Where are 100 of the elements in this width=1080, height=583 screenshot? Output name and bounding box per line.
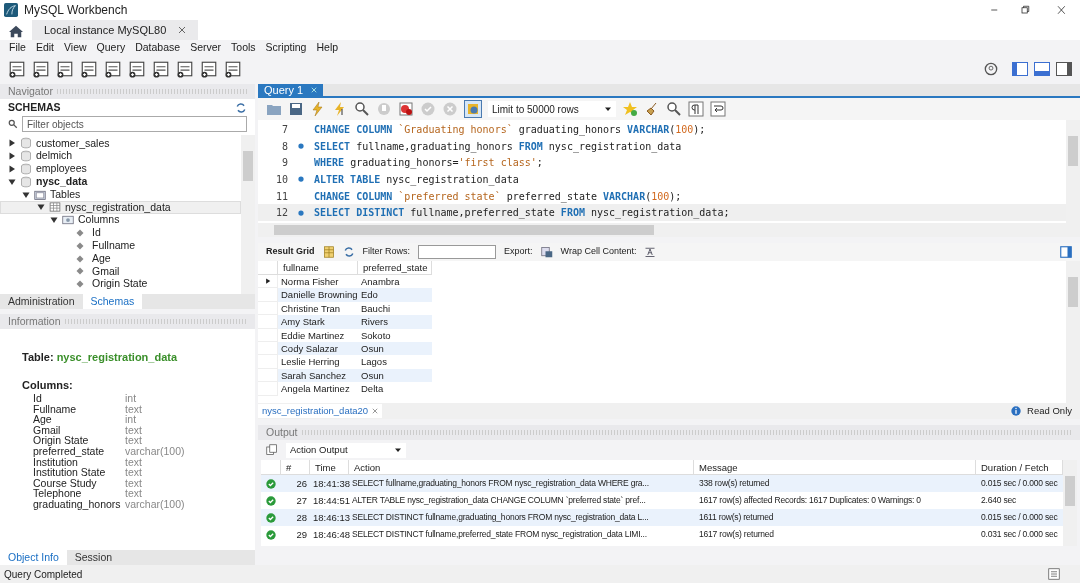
panel-title: Output xyxy=(266,424,298,440)
dolphin-logo-icon xyxy=(4,3,18,17)
panel-tab[interactable]: Object Info xyxy=(0,550,67,565)
section-title: SCHEMAS xyxy=(8,99,61,115)
autocommit-icon[interactable] xyxy=(464,100,482,118)
database-icon xyxy=(20,150,32,163)
tree-row[interactable]: customer_sales xyxy=(0,137,241,150)
scrollbar[interactable] xyxy=(241,135,255,294)
wrap-cell-icon[interactable] xyxy=(644,246,657,258)
column-type: int xyxy=(125,414,137,425)
filter-field[interactable]: Filter objects xyxy=(22,116,247,132)
limit-dropdown[interactable]: Limit to 50000 rows xyxy=(488,101,616,117)
word-wrap-icon[interactable] xyxy=(710,101,726,117)
star-plus-icon[interactable] xyxy=(622,101,638,117)
search-icon[interactable] xyxy=(666,101,682,117)
menu-item[interactable]: Tools xyxy=(226,40,261,56)
refresh-icon[interactable] xyxy=(342,246,355,258)
scrollbar[interactable] xyxy=(1066,261,1080,403)
panel-title: Information xyxy=(8,313,61,329)
column-header[interactable]: Time xyxy=(310,460,349,474)
column-header[interactable]: Action xyxy=(349,460,694,474)
column-name: Id xyxy=(33,393,43,404)
tree-row[interactable]: delmich xyxy=(0,149,241,163)
tree-row[interactable]: Id xyxy=(0,226,241,240)
column-type: text xyxy=(125,424,142,436)
menu-item[interactable]: Help xyxy=(311,40,344,56)
scrollbar[interactable] xyxy=(1066,120,1080,223)
tree-label: nysc_registration_data xyxy=(65,199,171,215)
statement-dot-icon xyxy=(298,143,304,150)
table-cell-text: 29 xyxy=(295,528,308,542)
tree-row[interactable]: Fullname xyxy=(0,239,241,253)
column-type: text xyxy=(125,403,142,415)
copy-icon[interactable] xyxy=(266,444,278,456)
tree-row[interactable]: Gmail xyxy=(0,264,241,278)
column-type: text xyxy=(125,467,142,478)
connection-tab[interactable]: Local instance MySQL80 xyxy=(32,20,199,40)
side-panel-toggle-icon[interactable] xyxy=(1060,246,1072,258)
query-tab[interactable]: Query 1 xyxy=(258,84,324,96)
refresh-icon[interactable] xyxy=(235,101,247,114)
stop-on-error-icon[interactable] xyxy=(398,101,414,117)
table-cell-text: 1617 row(s) affected Records: 1617 Duplicates: 0 Warnings: 0 xyxy=(698,494,922,507)
export-icon[interactable] xyxy=(540,246,553,258)
menu-item[interactable]: Scripting xyxy=(260,40,312,56)
sidebar-toggle-icon[interactable] xyxy=(1012,61,1028,77)
table-cell: Edo xyxy=(358,288,432,302)
tree-row[interactable]: Age xyxy=(0,252,241,265)
close-icon[interactable] xyxy=(372,408,379,414)
panel-tab[interactable]: Administration xyxy=(0,294,83,309)
export-label: Export: xyxy=(504,245,533,259)
folder-icon xyxy=(34,188,46,201)
menu-item[interactable]: View xyxy=(59,40,92,56)
tree-row[interactable]: Columns xyxy=(0,213,241,227)
menu-item[interactable]: Server xyxy=(185,40,227,56)
grid-icon[interactable] xyxy=(322,246,335,258)
output-selector[interactable]: Action Output xyxy=(286,442,406,458)
pilcrow-icon[interactable] xyxy=(688,101,704,117)
tree-row[interactable]: nysc_data xyxy=(0,175,241,189)
menu-item[interactable]: Query xyxy=(91,40,131,56)
panel-tab[interactable]: Session xyxy=(66,550,121,565)
wrap-label: Wrap Cell Content: xyxy=(560,245,637,259)
dropdown-arrow-icon xyxy=(394,446,402,454)
scrollbar[interactable] xyxy=(274,225,654,235)
menu-item[interactable]: Edit xyxy=(30,40,59,56)
secondary-sidebar-toggle-icon[interactable] xyxy=(1056,61,1072,77)
check-icon[interactable] xyxy=(420,101,436,117)
column-name: Age xyxy=(33,414,52,425)
tree-label: Tables xyxy=(50,187,81,202)
scrollbar[interactable] xyxy=(1063,460,1077,546)
column-header[interactable]: # xyxy=(281,460,310,474)
settings-icon[interactable] xyxy=(984,62,998,76)
table-cell-text: 338 row(s) returned xyxy=(698,477,771,490)
window-title: MySQL Workbench xyxy=(24,2,128,19)
tree-row[interactable]: employees xyxy=(0,162,241,176)
magnifier-icon[interactable] xyxy=(354,101,370,117)
tree-row[interactable]: Origin State xyxy=(0,277,241,291)
result-grid-label[interactable]: Result Grid xyxy=(266,245,315,259)
menu-item[interactable]: Database xyxy=(130,40,186,56)
column-name: Origin State xyxy=(33,435,89,446)
filter-rows-field[interactable] xyxy=(418,245,497,259)
table-cell-text: 18:46:48 xyxy=(312,528,349,542)
panel-tab[interactable]: Schemas xyxy=(82,294,143,309)
column-type: varchar(100) xyxy=(125,445,185,457)
tree-row[interactable]: nysc_registration_data xyxy=(0,201,241,214)
list-icon[interactable] xyxy=(1048,568,1060,580)
code-line: CHANGE COLUMN `Graduating honors` graduating_honors VARCHAR(100); xyxy=(314,122,706,137)
table-cell: Rivers xyxy=(358,315,432,329)
table-cell-text: 0.015 sec / 0.000 sec xyxy=(980,477,1059,490)
save-icon[interactable] xyxy=(288,101,304,117)
column-type: text xyxy=(125,435,142,446)
tree-row[interactable]: Tables xyxy=(0,188,241,201)
tree-label: Gmail xyxy=(92,264,120,279)
result-tab[interactable]: nysc_registration_data20 xyxy=(258,404,383,418)
status-text: Query Completed xyxy=(4,567,83,582)
close-icon[interactable] xyxy=(178,26,187,34)
output-toggle-icon[interactable] xyxy=(1034,61,1050,77)
columns-heading: Columns: xyxy=(22,377,74,393)
table-cell-text: 18:44:51 xyxy=(312,494,349,508)
menu-item[interactable]: File xyxy=(4,40,31,56)
column-type: varchar(100) xyxy=(125,498,185,510)
column-header[interactable]: Message xyxy=(694,460,976,474)
